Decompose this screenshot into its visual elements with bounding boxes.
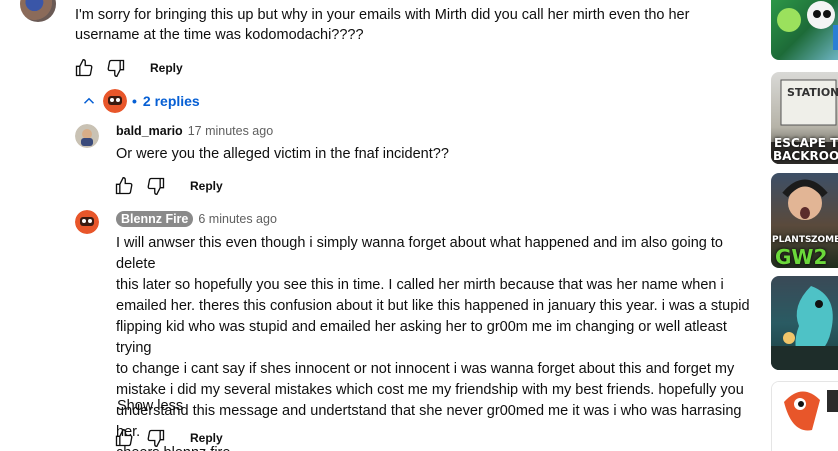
video-thumbnail[interactable]: PLANTS ZOMBIES GW2: [771, 173, 838, 268]
thumbnail-caption: PLANTS: [772, 235, 812, 245]
thumbnail-caption: ZOMBIES: [811, 235, 838, 245]
thumbnail-caption: ESCAPE TH: [774, 136, 838, 150]
comment-text: I'm sorry for bringing this up but why i…: [75, 7, 690, 43]
comments-section: I'm sorry for bringing this up but why i…: [0, 0, 760, 451]
video-thumbnail[interactable]: [771, 381, 838, 451]
like-icon[interactable]: [112, 174, 136, 198]
separator-dot: •: [132, 93, 137, 109]
reply-actions: Reply: [112, 174, 231, 198]
replies-count-label: 2 replies: [142, 93, 200, 109]
dislike-icon[interactable]: [144, 174, 168, 198]
thumbnail-caption: GW2: [775, 245, 828, 268]
reply-text: I will anwser this even though i simply …: [116, 235, 750, 451]
creator-avatar: [103, 89, 127, 113]
comment-actions: Reply: [72, 56, 191, 80]
reply-text: Or were you the alleged victim in the fn…: [116, 146, 449, 162]
reply-button[interactable]: Reply: [182, 175, 231, 197]
reply-author[interactable]: bald_mario: [116, 124, 183, 138]
reply-avatar[interactable]: [75, 210, 99, 234]
reply-header: Blennz Fire 6 minutes ago: [116, 210, 277, 228]
commenter-avatar[interactable]: [20, 0, 56, 22]
replies-toggle-button[interactable]: • 2 replies: [80, 89, 200, 113]
reply-timestamp[interactable]: 17 minutes ago: [188, 124, 273, 138]
thumbnail-caption: BACKROOM: [773, 149, 838, 163]
reply-timestamp[interactable]: 6 minutes ago: [198, 212, 277, 226]
dislike-icon[interactable]: [104, 56, 128, 80]
video-thumbnail[interactable]: STATION ESCAPE TH BACKROOM: [771, 72, 838, 164]
reply-button[interactable]: Reply: [142, 57, 191, 79]
reply-button[interactable]: Reply: [182, 427, 231, 449]
like-icon[interactable]: [72, 56, 96, 80]
like-icon[interactable]: [112, 426, 136, 450]
chevron-up-icon: [83, 97, 95, 104]
dislike-icon[interactable]: [144, 426, 168, 450]
show-less-button[interactable]: Show less: [117, 398, 183, 414]
reply-header: bald_mario 17 minutes ago: [116, 122, 273, 140]
reply-actions: Reply: [112, 426, 231, 450]
video-thumbnail[interactable]: [771, 276, 838, 370]
video-thumbnail[interactable]: [771, 0, 838, 60]
creator-author-badge[interactable]: Blennz Fire: [116, 211, 194, 227]
thumbnail-caption: STATION: [787, 86, 838, 99]
reply-avatar[interactable]: [75, 124, 99, 148]
